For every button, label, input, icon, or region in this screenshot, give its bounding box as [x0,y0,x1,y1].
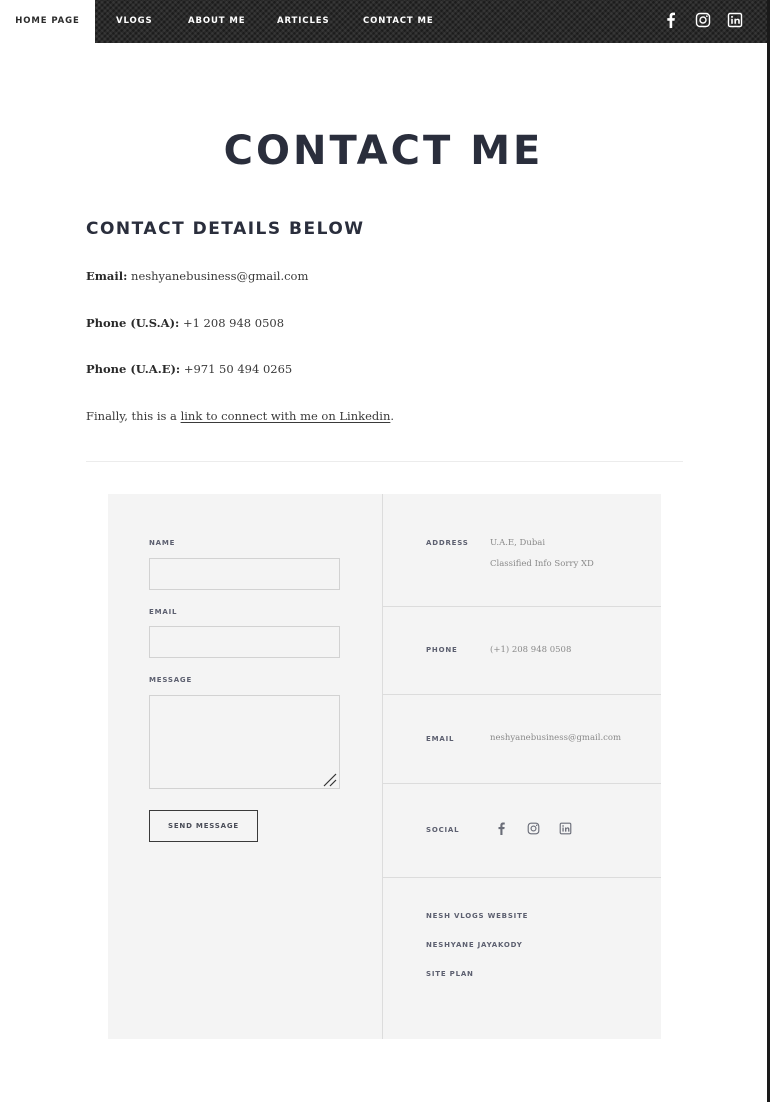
address-label: ADDRESS [426,539,469,547]
detail-linkedin: Finally, this is a link to connect with … [86,409,394,423]
detail-phone-usa-value: +1 208 948 0508 [182,316,285,330]
footer-link-site-plan[interactable]: SITE PLAN [426,970,474,978]
instagram-icon[interactable] [527,822,540,835]
email-input[interactable] [149,626,340,658]
detail-phone-uae: Phone (U.A.E): +971 50 494 0265 [86,362,292,376]
facebook-icon[interactable] [495,822,508,835]
social-label: SOCIAL [426,826,460,834]
nav-item-vlogs[interactable]: VLOGS [116,0,153,43]
nav-item-about-me[interactable]: ABOUT ME [188,0,245,43]
detail-phone-usa-label: Phone (U.S.A): [86,316,180,330]
contact-panel: NAME EMAIL MESSAGE SEND MESSAGE ADDRESS … [108,494,661,1039]
address-line-2: Classified Info Sorry XD [490,559,594,569]
detail-email-label: Email: [86,269,128,283]
instagram-icon[interactable] [695,12,711,28]
panel-divider [383,877,661,878]
send-message-button[interactable]: SEND MESSAGE [149,810,258,842]
detail-linkedin-suffix: . [390,409,395,423]
section-heading: CONTACT DETAILS BELOW [86,219,365,239]
linkedin-icon[interactable] [727,12,743,28]
name-label: NAME [149,539,176,547]
name-input[interactable] [149,558,340,590]
info-email-value: neshyanebusiness@gmail.com [490,733,622,743]
detail-phone-uae-label: Phone (U.A.E): [86,362,181,376]
message-label: MESSAGE [149,676,193,684]
message-textarea[interactable] [149,695,340,789]
email-label: EMAIL [149,608,178,616]
linkedin-icon[interactable] [559,822,572,835]
detail-email-value: neshyanebusiness@gmail.com [131,269,309,283]
panel-divider [383,606,661,607]
panel-vertical-divider [382,494,383,1039]
nav-item-articles[interactable]: ARTICLES [277,0,330,43]
footer-link-nesh-vlogs-website[interactable]: NESH VLOGS WEBSITE [426,912,528,920]
detail-phone-uae-value: +971 50 494 0265 [183,362,293,376]
nav-item-home-page[interactable]: HOME PAGE [0,0,95,43]
linkedin-link[interactable]: link to connect with me on Linkedin [181,409,391,423]
divider [86,461,683,462]
phone-label: PHONE [426,646,458,654]
page-title: CONTACT ME [223,128,544,174]
panel-divider [383,694,661,695]
facebook-icon[interactable] [663,12,679,28]
top-navigation: HOME PAGE VLOGS ABOUT ME ARTICLES CONTAC… [0,0,767,43]
panel-divider [383,783,661,784]
detail-phone-usa: Phone (U.S.A): +1 208 948 0508 [86,316,284,330]
detail-email: Email: neshyanebusiness@gmail.com [86,269,308,283]
info-email-label: EMAIL [426,735,455,743]
nav-item-contact-me[interactable]: CONTACT ME [363,0,434,43]
address-line-1: U.A.E, Dubai [490,538,546,548]
resize-grip-icon[interactable] [323,772,337,787]
footer-link-neshyane-jayakody[interactable]: NESHYANE JAYAKODY [426,941,523,949]
phone-value: (+1) 208 948 0508 [490,645,572,655]
detail-linkedin-prefix: Finally, this is a [86,409,181,423]
